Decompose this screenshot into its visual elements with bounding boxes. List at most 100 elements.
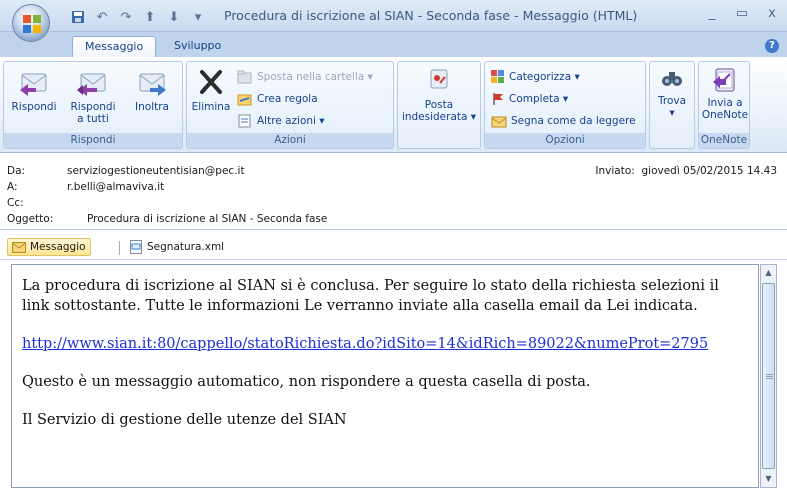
to-label: A:	[7, 181, 18, 193]
window-controls: _ ▭ x	[705, 6, 779, 21]
trova-dropdown: ▾	[669, 107, 675, 119]
posta-indesiderata-button[interactable]: Posta indesiderata ▾	[400, 66, 478, 123]
subject-value: Procedura di iscrizione al SIAN - Second…	[87, 213, 328, 225]
previous-item-icon[interactable]: ⬆	[142, 9, 158, 25]
from-label: Da:	[7, 165, 26, 177]
inoltra-button[interactable]: Inoltra	[126, 66, 178, 113]
attachment-messaggio[interactable]: Messaggio	[7, 238, 91, 256]
undo-icon[interactable]: ↶	[94, 9, 110, 25]
invia-label-1: Invia a	[707, 97, 743, 109]
attachment-bar: Messaggio Segnatura.xml	[0, 234, 787, 260]
sposta-button[interactable]: Sposta nella cartella ▾	[237, 68, 373, 86]
ribbon: Rispondi Rispondi a tutti Inoltra Rispon…	[0, 57, 787, 153]
attachment-messaggio-label: Messaggio	[30, 241, 86, 253]
minimize-button[interactable]: _	[705, 6, 719, 21]
rispondi-tutti-label-1: Rispondi	[70, 101, 116, 113]
body-paragraph-2: Questo è un messaggio automatico, non ri…	[22, 374, 591, 390]
redo-icon[interactable]: ↷	[118, 9, 134, 25]
header-from: Da: serviziogestioneutentisian@pec.it	[7, 165, 245, 177]
vertical-scrollbar[interactable]: ▲ ▼	[760, 264, 777, 488]
title-bar: ↶ ↷ ⬆ ⬇ ▾ Procedura di iscrizione al SIA…	[0, 0, 787, 32]
altre-azioni-label: Altre azioni ▾	[257, 115, 325, 127]
to-value[interactable]: r.belli@almaviva.it	[67, 181, 164, 193]
rispondi-button[interactable]: Rispondi	[8, 66, 60, 113]
attachment-segnatura-label: Segnatura.xml	[147, 241, 225, 253]
onenote-icon	[713, 68, 735, 92]
save-icon[interactable]	[70, 9, 86, 25]
customize-qat-icon[interactable]: ▾	[190, 9, 206, 25]
scroll-thumb[interactable]	[762, 283, 775, 469]
other-actions-icon	[238, 114, 251, 128]
categorizza-label: Categorizza ▾	[509, 71, 580, 83]
tab-messaggio[interactable]: Messaggio	[72, 36, 157, 57]
status-link[interactable]: http://www.sian.it:80/cappello/statoRich…	[22, 336, 708, 352]
group-label-rispondi: Rispondi	[4, 133, 182, 148]
posta-label-1: Posta	[424, 99, 454, 111]
xml-file-icon	[130, 240, 142, 254]
tab-sviluppo[interactable]: Sviluppo	[162, 36, 233, 57]
posta-label-2: indesiderata ▾	[401, 111, 477, 123]
group-azioni: Elimina Sposta nella cartella ▾ Crea reg…	[186, 61, 394, 149]
elimina-label: Elimina	[191, 101, 231, 113]
group-opzioni: Categorizza ▾ Completa ▾ Segna come da l…	[484, 61, 646, 149]
trova-button[interactable]: Trova ▾	[652, 66, 692, 119]
group-onenote: Invia a OneNote OneNote	[698, 61, 750, 149]
crea-regola-button[interactable]: Crea regola	[237, 90, 318, 108]
office-logo-icon	[23, 15, 41, 33]
office-button[interactable]	[12, 4, 50, 42]
next-item-icon[interactable]: ⬇	[166, 9, 182, 25]
altre-azioni-button[interactable]: Altre azioni ▾	[237, 112, 325, 130]
body-signature: Il Servizio di gestione delle utenze del…	[22, 412, 347, 428]
segna-da-leggere-button[interactable]: Segna come da leggere	[491, 112, 636, 130]
body-paragraph-1: La procedura di iscrizione al SIAN si è …	[22, 278, 719, 314]
group-label-opzioni: Opzioni	[485, 133, 645, 148]
group-label-onenote: OneNote	[699, 133, 749, 148]
trova-label: Trova	[657, 95, 687, 107]
inoltra-label: Inoltra	[135, 101, 169, 113]
crea-regola-label: Crea regola	[257, 93, 318, 105]
scroll-down-icon[interactable]: ▼	[761, 471, 776, 487]
sent-value: giovedì 05/02/2015 14.43	[641, 165, 777, 177]
group-junk: Posta indesiderata ▾	[397, 61, 481, 149]
elimina-button[interactable]: Elimina	[191, 66, 231, 113]
scroll-up-icon[interactable]: ▲	[761, 265, 776, 281]
help-icon[interactable]: ?	[765, 39, 779, 53]
message-body: La procedura di iscrizione al SIAN si è …	[22, 276, 742, 448]
sposta-label: Sposta nella cartella ▾	[257, 71, 373, 83]
from-value[interactable]: serviziogestioneutentisian@pec.it	[67, 165, 245, 177]
attachment-separator	[119, 241, 120, 255]
invia-label-2: OneNote	[701, 109, 749, 121]
completa-label: Completa ▾	[509, 93, 569, 105]
invia-onenote-button[interactable]: Invia a OneNote	[701, 66, 749, 121]
reply-all-icon	[77, 73, 106, 96]
ribbon-tabs: Messaggio Sviluppo ?	[0, 32, 787, 57]
categorize-icon	[491, 70, 504, 83]
window-title: Procedura di iscrizione al SIAN - Second…	[224, 8, 638, 23]
rule-icon	[237, 94, 252, 106]
header-to: A: r.belli@almaviva.it	[7, 181, 164, 193]
scroll-grip-icon	[766, 374, 773, 380]
envelope-icon	[12, 241, 26, 253]
reply-icon	[20, 73, 47, 96]
sent-label: Inviato:	[595, 165, 635, 177]
subject-label: Oggetto:	[7, 213, 54, 225]
header-sent: Inviato: giovedì 05/02/2015 14.43	[595, 165, 777, 177]
mark-unread-icon	[491, 116, 507, 128]
categorizza-button[interactable]: Categorizza ▾	[491, 68, 580, 86]
rispondi-tutti-label-2: a tutti	[77, 113, 109, 125]
forward-icon	[139, 73, 166, 96]
rispondi-tutti-button[interactable]: Rispondi a tutti	[64, 66, 122, 125]
close-button[interactable]: x	[765, 6, 779, 21]
junk-mail-icon	[430, 69, 448, 89]
group-label-azioni: Azioni	[187, 133, 393, 148]
maximize-button[interactable]: ▭	[735, 6, 749, 21]
header-cc: Cc:	[7, 197, 67, 209]
flag-icon	[493, 93, 503, 105]
attachment-segnatura[interactable]: Segnatura.xml	[125, 238, 228, 256]
group-rispondi: Rispondi Rispondi a tutti Inoltra Rispon…	[3, 61, 183, 149]
completa-button[interactable]: Completa ▾	[491, 90, 568, 108]
quick-access-toolbar: ↶ ↷ ⬆ ⬇ ▾	[70, 7, 206, 27]
cc-label: Cc:	[7, 197, 24, 209]
group-trova: Trova ▾	[649, 61, 695, 149]
delete-icon	[200, 70, 222, 94]
